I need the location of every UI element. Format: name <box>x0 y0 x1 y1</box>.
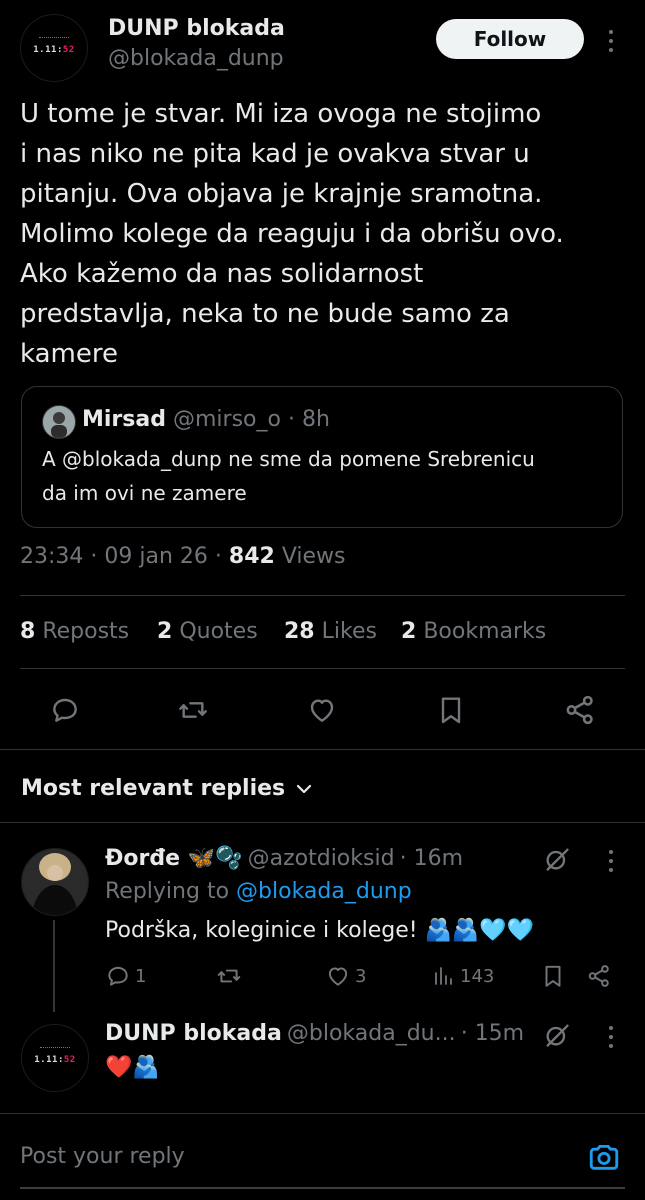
share-icon[interactable] <box>563 693 597 727</box>
avatar-clock-red: 52 <box>63 1055 76 1065</box>
views-icon <box>435 967 452 985</box>
reply-like-button[interactable]: 3 <box>325 963 366 989</box>
quote-text-line2: da im ovi ne zamere <box>42 481 247 505</box>
quote-avatar[interactable] <box>42 405 76 439</box>
camera-icon[interactable] <box>586 1140 622 1174</box>
more-icon[interactable] <box>608 850 614 872</box>
bookmark-icon[interactable] <box>540 963 566 989</box>
replying-to: Replying to @blokada_dunp <box>105 879 412 904</box>
stat-reposts[interactable]: 8 Reposts <box>20 619 129 644</box>
quote-header: Mirsad @mirso_o · 8h <box>82 407 330 432</box>
quote-avatar-image <box>43 406 75 438</box>
reply-input[interactable]: Post your reply <box>20 1144 185 1169</box>
replying-to-prefix: Replying to <box>105 879 230 904</box>
stat-quotes[interactable]: 2 Quotes <box>157 619 258 644</box>
likes-count: 28 <box>284 619 315 644</box>
heart-icon[interactable] <box>305 694 339 726</box>
reply-count: 1 <box>135 965 147 987</box>
reply-author-handle[interactable]: @blokada_du... <box>287 1021 456 1046</box>
reply-actions: 1 <box>105 963 146 989</box>
views-count: 842 <box>228 544 275 569</box>
avatar-clock-text: 1.11:52 <box>34 1055 76 1065</box>
reply-author-name[interactable]: Đorđe 🦋🫧 <box>105 846 243 871</box>
quote-text-line1: A @blokada_dunp ne sme da pomene Srebren… <box>42 447 535 471</box>
reply-time: · 15m <box>460 1021 525 1046</box>
grok-icon[interactable] <box>543 1021 571 1049</box>
avatar-clock-white: 1.11 <box>34 1055 58 1065</box>
quote-author-name[interactable]: Mirsad <box>82 407 166 432</box>
divider-bottom-stats <box>20 668 625 669</box>
follow-button[interactable]: Follow <box>436 19 584 59</box>
replies-header-label: Most relevant replies <box>21 776 286 801</box>
avatar-wave-decoration <box>40 1047 70 1054</box>
divider-top-stats <box>20 595 625 596</box>
chevron-down-icon <box>297 784 312 793</box>
bookmarks-count: 2 <box>401 619 417 644</box>
repost-icon[interactable] <box>175 694 211 726</box>
tweet-text: U tome je stvar. Mi iza ovoga ne stojimo… <box>20 99 564 369</box>
grok-icon[interactable] <box>543 845 571 873</box>
bookmarks-label: Bookmarks <box>423 619 547 644</box>
reposts-label: Reposts <box>42 619 130 644</box>
likes-label: Likes <box>321 619 377 644</box>
repost-icon <box>217 969 241 983</box>
quote-author-handle[interactable]: @mirso_o <box>173 407 281 432</box>
divider-replies-header <box>0 822 645 823</box>
divider-actions <box>0 749 645 750</box>
views-count-reply: 143 <box>460 965 495 987</box>
reply-text: ❤️🫂 <box>105 1055 160 1080</box>
heart-icon <box>328 967 348 986</box>
avatar-clock-red: 52 <box>62 45 75 55</box>
views-label: Views <box>281 544 346 569</box>
reply-text: Podrška, koleginice i kolege! 🫂🫂🩵🩵 <box>105 918 535 943</box>
reply-header: Đorđe 🦋🫧 @azotdioksid · 16m <box>105 846 463 871</box>
avatar-clock-text: 1.11:52 <box>33 45 75 55</box>
quote-time: · 8h <box>287 407 330 432</box>
reply-avatar[interactable] <box>21 848 89 916</box>
reply-reply-button[interactable]: 1 <box>105 963 146 989</box>
share-icon[interactable] <box>586 963 612 989</box>
quote-tweet-card[interactable]: Mirsad @mirso_o · 8h A @blokada_dunp ne … <box>21 386 623 528</box>
avatar-wave-decoration <box>39 37 69 44</box>
reply-icon <box>108 966 128 986</box>
bookmark-icon[interactable] <box>435 694 467 726</box>
replying-to-handle[interactable]: @blokada_dunp <box>236 879 412 904</box>
reply-avatar[interactable]: 1.11:52 <box>21 1024 89 1092</box>
replies-sort-dropdown[interactable]: Most relevant replies <box>21 776 313 801</box>
reply-header: DUNP blokada @blokada_du... · 15m <box>105 1021 524 1046</box>
reply-views-button[interactable]: 143 <box>432 963 494 989</box>
reply-icon[interactable] <box>48 694 82 726</box>
quotes-label: Quotes <box>179 619 258 644</box>
avatar-clock-white: 1.11 <box>33 45 57 55</box>
author-handle[interactable]: @blokada_dunp <box>108 46 284 71</box>
quotes-count: 2 <box>157 619 173 644</box>
reply-time: · 16m <box>399 846 464 871</box>
tweet-meta: 23:34 · 09 jan 26 · 842 Views <box>20 544 346 569</box>
reply-repost-button[interactable] <box>216 963 246 989</box>
tweet-timestamp[interactable]: 23:34 · 09 jan 26 · <box>20 544 222 569</box>
reply-author-handle[interactable]: @azotdioksid <box>248 846 395 871</box>
reposts-count: 8 <box>20 619 36 644</box>
author-avatar[interactable]: 1.11:52 <box>20 14 88 82</box>
author-name[interactable]: DUNP blokada <box>108 16 285 41</box>
like-count: 3 <box>355 965 367 987</box>
reply-author-name[interactable]: DUNP blokada <box>105 1021 282 1046</box>
stat-likes[interactable]: 28 Likes <box>284 619 377 644</box>
reply-thread-line <box>53 920 55 1012</box>
reply-avatar-image <box>22 849 88 915</box>
more-icon[interactable] <box>608 30 614 52</box>
more-icon[interactable] <box>608 1026 614 1048</box>
composer-underline <box>20 1187 625 1189</box>
stat-bookmarks[interactable]: 2 Bookmarks <box>401 619 546 644</box>
